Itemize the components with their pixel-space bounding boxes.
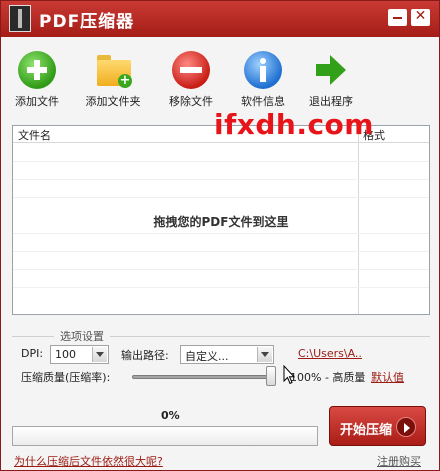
- close-icon: ✕: [414, 8, 427, 24]
- quality-slider-thumb[interactable]: [266, 366, 276, 386]
- add-folder-button[interactable]: + 添加文件夹: [83, 51, 143, 108]
- dpi-value: 100: [55, 348, 76, 361]
- row-divider: [13, 251, 429, 252]
- progress-bar: [12, 426, 318, 446]
- watermark-text: ifxdh.com: [214, 108, 374, 141]
- play-arrow-icon: [396, 417, 416, 437]
- start-compress-button[interactable]: 开始压缩: [329, 406, 426, 446]
- exit-button[interactable]: 退出程序: [307, 51, 355, 108]
- progress-percent: 0%: [161, 409, 180, 422]
- options-group-title: 选项设置: [54, 328, 110, 344]
- quality-label: 压缩质量(压缩率):: [21, 371, 111, 384]
- default-values-link[interactable]: 默认值: [371, 369, 404, 385]
- chevron-down-icon[interactable]: [92, 347, 107, 362]
- output-path-value: 自定义...: [185, 350, 229, 363]
- minimize-button[interactable]: [388, 9, 407, 26]
- add-file-button[interactable]: 添加文件: [14, 51, 60, 108]
- remove-file-button[interactable]: 移除文件: [166, 51, 216, 108]
- add-file-label: 添加文件: [15, 95, 59, 108]
- exit-arrow-icon: [312, 51, 350, 89]
- row-divider: [13, 197, 429, 198]
- add-icon: [18, 51, 56, 89]
- title-bar: PDF压缩器 ✕: [1, 1, 439, 37]
- software-info-label: 软件信息: [241, 95, 285, 108]
- folder-add-icon: +: [94, 51, 132, 89]
- app-window: PDF压缩器 ✕ 添加文件 + 添加文件夹 移除文件 软件信息 退出程序 文件名…: [0, 0, 440, 471]
- info-icon: [244, 51, 282, 89]
- close-button[interactable]: ✕: [411, 8, 430, 26]
- quality-value: 100% - 高质量: [290, 371, 366, 384]
- dpi-label: DPI:: [21, 347, 44, 360]
- row-divider: [13, 179, 429, 180]
- remove-icon: [172, 51, 210, 89]
- quality-slider-track[interactable]: [132, 375, 274, 379]
- row-divider: [13, 269, 429, 270]
- output-path-link[interactable]: C:\Users\A..: [298, 347, 362, 360]
- software-info-button[interactable]: 软件信息: [238, 51, 288, 108]
- drop-hint: 拖拽您的PDF文件到这里: [153, 215, 289, 229]
- column-header-filename[interactable]: 文件名: [18, 127, 51, 143]
- remove-file-label: 移除文件: [169, 95, 213, 108]
- file-list[interactable]: 文件名 格式 拖拽您的PDF文件到这里: [12, 125, 430, 315]
- help-link[interactable]: 为什么压缩后文件依然很大呢?: [14, 453, 163, 469]
- app-icon: [9, 5, 31, 32]
- row-divider: [13, 287, 429, 288]
- exit-label: 退出程序: [309, 95, 353, 108]
- register-purchase-link[interactable]: 注册购买: [377, 453, 421, 469]
- row-divider: [13, 161, 429, 162]
- mouse-cursor-icon: [283, 365, 295, 385]
- window-title: PDF压缩器: [39, 12, 135, 32]
- add-folder-label: 添加文件夹: [85, 95, 141, 108]
- chevron-down-icon[interactable]: [257, 347, 272, 362]
- start-compress-label: 开始压缩: [340, 423, 393, 438]
- row-divider: [13, 233, 429, 234]
- dpi-select[interactable]: 100: [50, 345, 109, 364]
- output-path-label: 输出路径:: [121, 349, 169, 362]
- output-path-select[interactable]: 自定义...: [180, 345, 274, 364]
